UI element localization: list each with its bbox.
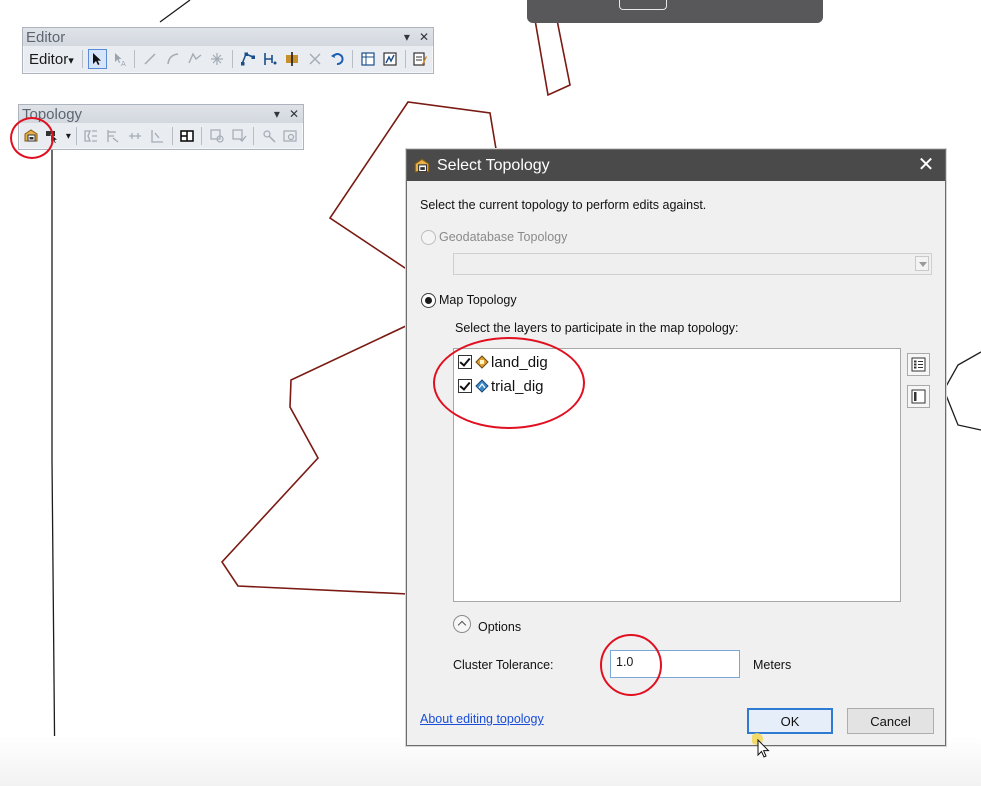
editor-toolbar-title: Editor xyxy=(26,28,66,46)
topology-dialog-icon xyxy=(413,157,431,175)
editor-toolbar-body: Editor▾ A xyxy=(23,46,433,72)
editor-menu-button[interactable]: Editor▾ xyxy=(26,51,77,68)
layer-name: land_dig xyxy=(491,353,548,371)
cut-polygons-icon[interactable] xyxy=(283,49,302,69)
toolbar-separator xyxy=(134,50,136,68)
align-edge-icon[interactable] xyxy=(148,126,167,146)
map-boundary-line xyxy=(943,351,981,431)
straight-segment-icon[interactable] xyxy=(140,49,159,69)
polygon-layer-icon xyxy=(475,355,489,369)
planarize-lines-icon[interactable] xyxy=(104,126,123,146)
topology-toolbar-titlebar[interactable]: Topology ▾ ✕ xyxy=(19,105,303,123)
fix-topology-error-icon[interactable] xyxy=(259,126,278,146)
edit-tool-arrow-icon[interactable] xyxy=(87,49,108,69)
rotate-tool-icon[interactable] xyxy=(328,49,347,69)
select-all-layers-button[interactable] xyxy=(907,353,930,376)
list-item[interactable]: land_dig xyxy=(458,352,548,372)
dialog-titlebar[interactable]: Select Topology xyxy=(407,150,945,181)
create-features-icon[interactable] xyxy=(411,49,430,69)
toolbar-separator xyxy=(81,50,83,68)
geodatabase-topology-dropdown[interactable] xyxy=(453,253,932,275)
mouse-cursor-icon xyxy=(751,733,774,762)
map-topology-radio[interactable] xyxy=(421,293,436,308)
construct-features-icon[interactable] xyxy=(82,126,101,146)
edit-annotation-tool-icon[interactable]: A xyxy=(110,49,129,69)
map-boundary-line xyxy=(51,148,56,786)
cluster-tolerance-units: Meters xyxy=(753,658,792,672)
map-parcel xyxy=(533,13,571,97)
validate-topology-icon[interactable] xyxy=(207,126,226,146)
map-topology-label: Map Topology xyxy=(439,293,517,307)
reshape-feature-icon[interactable] xyxy=(260,49,279,69)
cluster-tolerance-input[interactable]: 1.0 xyxy=(610,650,740,678)
cluster-tolerance-label: Cluster Tolerance: xyxy=(453,658,554,672)
trace-tool-icon[interactable] xyxy=(185,49,204,69)
error-inspector-icon[interactable] xyxy=(281,126,300,146)
topology-edit-tool-icon[interactable] xyxy=(44,126,63,146)
geodatabase-topology-label: Geodatabase Topology xyxy=(439,230,568,244)
cancel-button[interactable]: Cancel xyxy=(847,708,934,734)
editor-toolbar[interactable]: Editor ▾ ✕ Editor▾ A xyxy=(22,27,434,74)
toolbar-separator xyxy=(351,50,353,68)
toolbar-separator xyxy=(404,50,406,68)
overlay-button[interactable] xyxy=(619,0,667,10)
select-topology-dialog[interactable]: Select Topology ✕ Select the current top… xyxy=(406,149,946,746)
topology-toolbar[interactable]: Topology ▾ ✕ ▾ xyxy=(18,104,304,150)
editor-menu-label: Editor xyxy=(29,50,69,68)
edit-vertices-icon[interactable] xyxy=(238,49,257,69)
ok-button[interactable]: OK xyxy=(747,708,833,734)
video-overlay-bar xyxy=(527,0,823,23)
about-editing-topology-link[interactable]: About editing topology xyxy=(420,712,544,726)
layers-list[interactable]: land_dig trial_dig xyxy=(453,348,901,602)
editor-toolbar-titlebar[interactable]: Editor ▾ ✕ xyxy=(23,28,433,46)
show-shared-features-icon[interactable] xyxy=(177,126,196,146)
line-layer-icon xyxy=(475,379,489,393)
toolbar-close-icon[interactable]: ✕ xyxy=(419,30,429,44)
topology-tool-dropdown-icon[interactable]: ▾ xyxy=(66,131,71,142)
list-item[interactable]: trial_dig xyxy=(458,376,544,396)
toolbar-close-icon[interactable]: ✕ xyxy=(289,107,299,121)
svg-text:A: A xyxy=(121,60,126,67)
clear-all-icon xyxy=(911,389,926,404)
map-parcel-polygon xyxy=(220,324,409,595)
geodatabase-topology-radio[interactable] xyxy=(421,230,436,245)
toolbar-separator xyxy=(171,127,173,145)
options-expand-icon[interactable] xyxy=(453,615,471,633)
toolbar-separator xyxy=(253,127,255,145)
topology-toolbar-title: Topology xyxy=(22,105,83,123)
chevron-down-icon[interactable] xyxy=(915,256,929,271)
toolbar-separator xyxy=(201,127,203,145)
midpoint-tool-icon[interactable] xyxy=(208,49,227,69)
layer-name: trial_dig xyxy=(491,377,544,395)
toolbar-separator xyxy=(75,127,77,145)
editor-menu-arrow-icon: ▾ xyxy=(68,54,74,67)
split-tool-icon[interactable] xyxy=(305,49,324,69)
select-topology-icon[interactable] xyxy=(22,126,41,146)
dialog-close-icon[interactable]: ✕ xyxy=(913,153,939,177)
toolbar-options-dropdown-icon[interactable]: ▾ xyxy=(404,30,410,44)
sketch-properties-icon[interactable] xyxy=(380,49,399,69)
toolbar-separator xyxy=(232,50,233,68)
topology-toolbar-body: ▾ xyxy=(19,123,303,149)
select-all-icon xyxy=(911,357,926,372)
shared-edges-icon[interactable] xyxy=(126,126,145,146)
clear-all-layers-button[interactable] xyxy=(907,385,930,408)
dialog-title: Select Topology xyxy=(437,156,550,174)
dialog-instruction: Select the current topology to perform e… xyxy=(420,198,707,212)
options-label[interactable]: Options xyxy=(478,620,521,634)
layer-checkbox-trial-dig[interactable] xyxy=(458,379,472,393)
map-boundary-line xyxy=(159,0,191,23)
attributes-window-icon[interactable] xyxy=(358,49,377,69)
validate-extent-icon[interactable] xyxy=(229,126,248,146)
layer-checkbox-land-dig[interactable] xyxy=(458,355,472,369)
arc-segment-icon[interactable] xyxy=(163,49,182,69)
layers-prompt: Select the layers to participate in the … xyxy=(455,321,739,335)
toolbar-options-dropdown-icon[interactable]: ▾ xyxy=(274,107,280,121)
